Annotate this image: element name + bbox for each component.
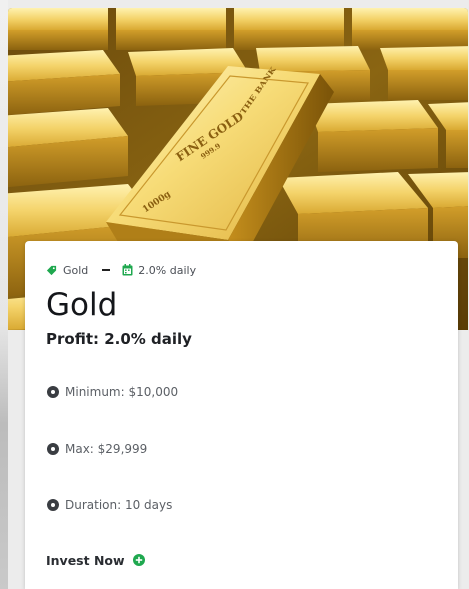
plan-max: Max: $29,999 xyxy=(65,442,148,456)
plan-category: Gold xyxy=(63,263,89,277)
tag-icon xyxy=(46,265,57,275)
dot-circle-icon xyxy=(47,386,59,398)
dot-circle-icon xyxy=(47,443,59,455)
calendar-icon xyxy=(122,264,133,276)
dot-circle-icon xyxy=(47,499,59,511)
invest-now-label[interactable]: Invest Now xyxy=(46,553,125,568)
plan-title: Gold xyxy=(46,287,118,323)
gold-bar-row-back xyxy=(8,8,468,50)
page-left-edge xyxy=(0,0,8,589)
meta-separator xyxy=(102,269,111,271)
plan-rate: 2.0% daily xyxy=(138,263,197,277)
plan-max-row: Max: $29,999 xyxy=(47,441,147,457)
plan-duration-row: Duration: 10 days xyxy=(47,497,172,513)
investment-plan-card: Gold 2.0% daily Gold Profit: 2.0% daily … xyxy=(25,241,458,589)
plan-meta: Gold 2.0% daily xyxy=(46,263,196,277)
plan-minimum: Minimum: $10,000 xyxy=(65,385,179,399)
invest-now-link[interactable]: Invest Now xyxy=(46,551,145,569)
plus-circle-icon[interactable] xyxy=(132,554,145,566)
plan-duration: Duration: 10 days xyxy=(65,498,173,512)
plan-minimum-row: Minimum: $10,000 xyxy=(47,384,178,400)
plan-profit: Profit: 2.0% daily xyxy=(46,330,192,348)
